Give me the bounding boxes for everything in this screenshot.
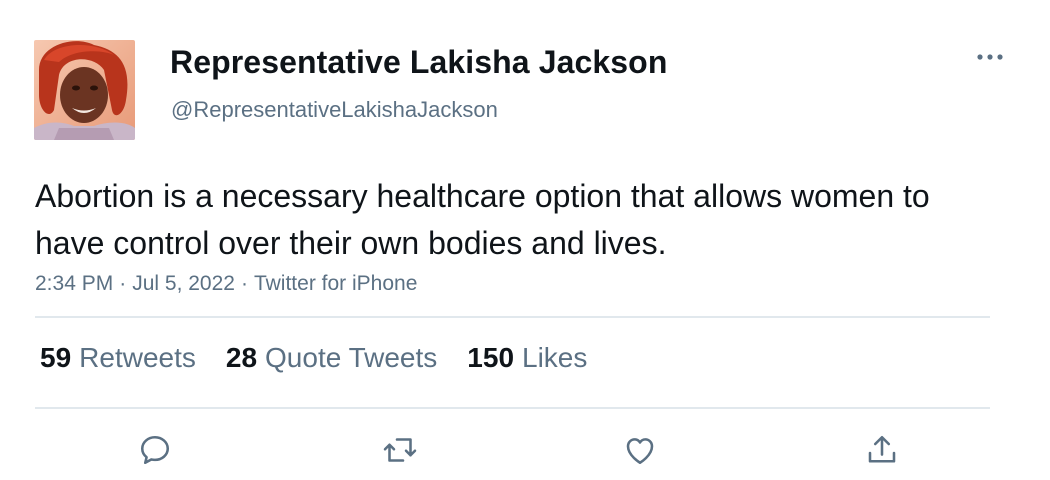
meta-separator: ·: [240, 272, 248, 295]
meta-separator: ·: [119, 272, 127, 295]
tweet-meta: 2:34 PM · Jul 5, 2022 · Twitter for iPhone: [35, 272, 417, 296]
share-icon: [868, 435, 896, 463]
tweet-date[interactable]: Jul 5, 2022: [132, 272, 235, 295]
likes-count: 150: [467, 342, 515, 373]
avatar-image: [34, 40, 135, 140]
tweet-source[interactable]: Twitter for iPhone: [254, 272, 417, 295]
author-display-name[interactable]: Representative Lakisha Jackson: [170, 44, 667, 81]
share-button[interactable]: [860, 428, 904, 472]
tweet-text: Abortion is a necessary healthcare optio…: [35, 178, 930, 261]
likes-label: Likes: [522, 342, 588, 373]
divider: [35, 316, 990, 318]
quote-tweets-count: 28: [225, 342, 258, 373]
quote-tweets-label: Quote Tweets: [265, 342, 438, 373]
tweet-stats: 59 Retweets 28 Quote Tweets 150 Likes: [40, 342, 587, 374]
tweet-time[interactable]: 2:34 PM: [35, 272, 113, 295]
divider: [35, 407, 990, 409]
retweets-count: 59: [40, 342, 72, 373]
likes-stat[interactable]: 150 Likes: [467, 342, 587, 374]
quote-tweets-stat[interactable]: 28 Quote Tweets: [226, 342, 437, 374]
retweets-label: Retweets: [79, 342, 196, 373]
like-button[interactable]: [618, 428, 662, 472]
reply-icon: [140, 435, 170, 465]
retweet-icon: [383, 438, 417, 462]
reply-button[interactable]: [133, 428, 177, 472]
heart-icon: [626, 438, 654, 465]
tweet-card: Representative Lakisha Jackson @Represen…: [0, 0, 1050, 480]
more-horizontal-icon: [977, 54, 1003, 60]
more-options-button[interactable]: [970, 42, 1010, 72]
avatar[interactable]: [34, 40, 135, 140]
author-handle[interactable]: @RepresentativeLakishaJackson: [171, 97, 498, 123]
retweet-button[interactable]: [378, 428, 422, 472]
retweets-stat[interactable]: 59 Retweets: [40, 342, 196, 374]
